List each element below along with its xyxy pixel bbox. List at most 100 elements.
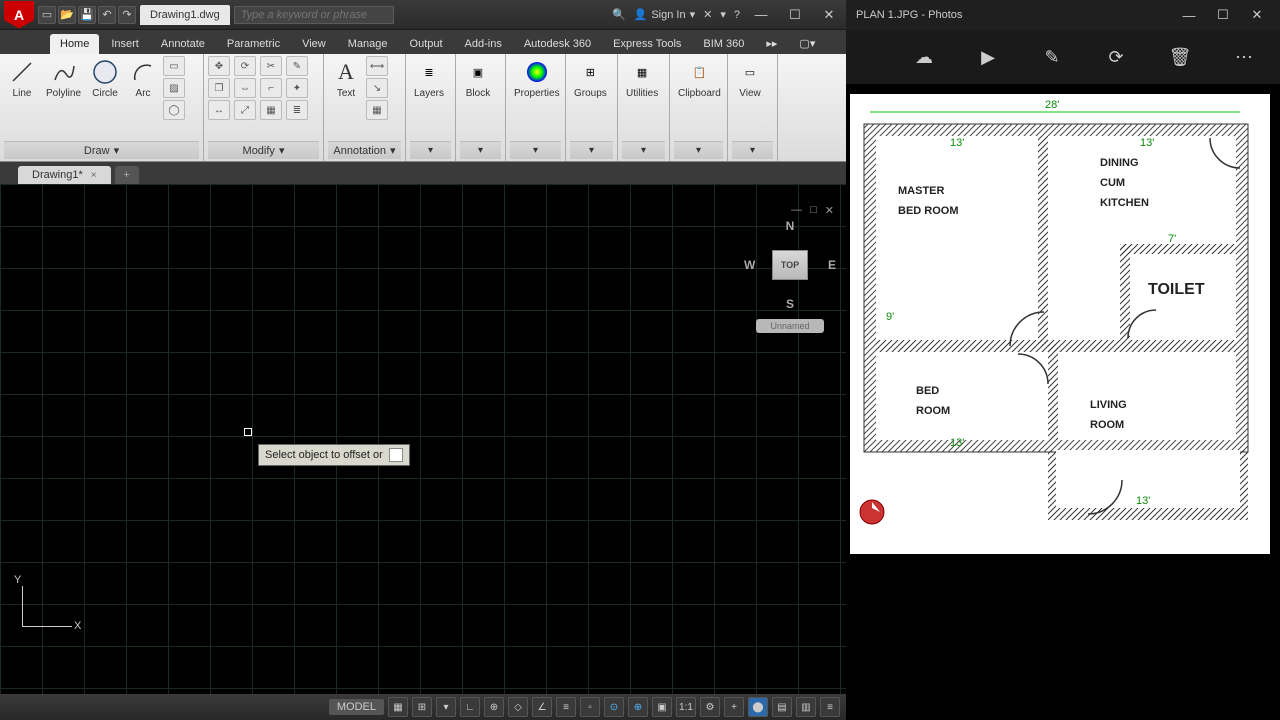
compass-e[interactable]: E bbox=[828, 258, 836, 272]
viewcube[interactable]: — □ ✕ N S E W TOP Unnamed bbox=[742, 204, 838, 333]
minimize-button[interactable]: — bbox=[748, 5, 774, 25]
tab-annotate[interactable]: Annotate bbox=[151, 34, 215, 54]
hatch-icon[interactable]: ▨ bbox=[163, 78, 185, 98]
line-button[interactable]: Line bbox=[4, 56, 40, 101]
tab-express[interactable]: Express Tools bbox=[603, 34, 691, 54]
annotation-scale-icon[interactable]: + bbox=[724, 697, 744, 717]
polyline-button[interactable]: Polyline bbox=[42, 56, 85, 101]
tab-manage[interactable]: Manage bbox=[338, 34, 398, 54]
tab-insert[interactable]: Insert bbox=[101, 34, 149, 54]
new-tab-button[interactable]: + bbox=[115, 166, 139, 184]
vc-restore-icon[interactable]: □ bbox=[810, 204, 817, 217]
open-icon[interactable]: 📂 bbox=[58, 6, 76, 24]
photos-close-button[interactable]: ✕ bbox=[1244, 5, 1270, 25]
tab-output[interactable]: Output bbox=[400, 34, 453, 54]
redo-icon[interactable]: ↷ bbox=[118, 6, 136, 24]
close-button[interactable]: ✕ bbox=[816, 5, 842, 25]
workspace-icon[interactable]: ⬤ bbox=[748, 697, 768, 717]
save-icon[interactable]: 💾 bbox=[78, 6, 96, 24]
close-tab-icon[interactable]: × bbox=[91, 170, 97, 181]
tab-view[interactable]: View bbox=[292, 34, 336, 54]
rotate-icon[interactable]: ⟳ bbox=[234, 56, 256, 76]
copy-icon[interactable]: ❐ bbox=[208, 78, 230, 98]
settings-icon[interactable]: ⚙ bbox=[700, 697, 720, 717]
compass-w[interactable]: W bbox=[744, 258, 755, 272]
rotate-icon[interactable]: ⟳ bbox=[1104, 45, 1128, 69]
ribbon-expand-icon[interactable]: ▸▸ bbox=[756, 33, 787, 54]
delete-icon[interactable]: 🗑 bbox=[1168, 45, 1192, 69]
viewcube-ucs-label[interactable]: Unnamed bbox=[756, 319, 823, 333]
erase-icon[interactable]: ✎ bbox=[286, 56, 308, 76]
more-icon[interactable]: ⋯ bbox=[1232, 45, 1256, 69]
share-icon[interactable]: ☁ bbox=[912, 45, 936, 69]
help-icon[interactable]: ? bbox=[734, 9, 740, 21]
block-button[interactable]: ▣Block bbox=[460, 56, 496, 101]
tab-addins[interactable]: Add-ins bbox=[455, 34, 512, 54]
grid-toggle-icon[interactable]: ▦ bbox=[388, 697, 408, 717]
array-icon[interactable]: ▦ bbox=[260, 100, 282, 120]
tab-autodesk360[interactable]: Autodesk 360 bbox=[514, 34, 601, 54]
osnap-toggle-icon[interactable]: ◇ bbox=[508, 697, 528, 717]
scale-icon[interactable]: ⤢ bbox=[234, 100, 256, 120]
snap-menu-icon[interactable]: ▾ bbox=[436, 697, 456, 717]
polar-toggle-icon[interactable]: ⊕ bbox=[484, 697, 504, 717]
leader-icon[interactable]: ↘ bbox=[366, 78, 388, 98]
dimension-icon[interactable]: ⟷ bbox=[366, 56, 388, 76]
tab-parametric[interactable]: Parametric bbox=[217, 34, 290, 54]
search-input[interactable] bbox=[234, 6, 394, 24]
arc-button[interactable]: Arc bbox=[125, 56, 161, 101]
compass-n[interactable]: N bbox=[786, 219, 795, 233]
view-button[interactable]: ▭View bbox=[732, 56, 768, 101]
quickprops-icon[interactable]: ▣ bbox=[652, 697, 672, 717]
cycling-icon[interactable]: ⊙ bbox=[604, 697, 624, 717]
cloud-icon[interactable]: ▾ bbox=[720, 8, 726, 21]
text-button[interactable]: AText bbox=[328, 56, 364, 101]
ortho-toggle-icon[interactable]: ∟ bbox=[460, 697, 480, 717]
scale-button[interactable]: 1:1 bbox=[676, 697, 696, 717]
compass-s[interactable]: S bbox=[786, 297, 794, 311]
photos-maximize-button[interactable]: ☐ bbox=[1210, 5, 1236, 25]
new-icon[interactable]: ▭ bbox=[38, 6, 56, 24]
offset-icon[interactable]: ≣ bbox=[286, 100, 308, 120]
transparency-toggle-icon[interactable]: ▫ bbox=[580, 697, 600, 717]
infocenter-icon[interactable]: 🔍 bbox=[612, 8, 626, 21]
layers-button[interactable]: ≣Layers bbox=[410, 56, 448, 101]
circle-button[interactable]: Circle bbox=[87, 56, 123, 101]
otrack-toggle-icon[interactable]: ∠ bbox=[532, 697, 552, 717]
isolate-icon[interactable]: ▥ bbox=[796, 697, 816, 717]
snap-toggle-icon[interactable]: ⊞ bbox=[412, 697, 432, 717]
app-logo[interactable]: A bbox=[4, 1, 34, 29]
groups-button[interactable]: ⊞Groups bbox=[570, 56, 611, 101]
rectangle-icon[interactable]: ▭ bbox=[163, 56, 185, 76]
undo-icon[interactable]: ↶ bbox=[98, 6, 116, 24]
trim-icon[interactable]: ✂ bbox=[260, 56, 282, 76]
explode-icon[interactable]: ✦ bbox=[286, 78, 308, 98]
properties-button[interactable]: Properties bbox=[510, 56, 564, 101]
fillet-icon[interactable]: ⌐ bbox=[260, 78, 282, 98]
clipboard-button[interactable]: 📋Clipboard bbox=[674, 56, 725, 101]
custom-icon[interactable]: ≡ bbox=[820, 697, 840, 717]
hardware-accel-icon[interactable]: ▤ bbox=[772, 697, 792, 717]
sign-in-button[interactable]: 👤Sign In▾ bbox=[634, 8, 695, 21]
tab-bim360[interactable]: BIM 360 bbox=[693, 34, 754, 54]
maximize-button[interactable]: ☐ bbox=[782, 5, 808, 25]
slideshow-icon[interactable]: ▶ bbox=[976, 45, 1000, 69]
table-icon[interactable]: ▦ bbox=[366, 100, 388, 120]
file-tab-drawing1[interactable]: Drawing1*× bbox=[18, 166, 111, 184]
lineweight-toggle-icon[interactable]: ≡ bbox=[556, 697, 576, 717]
exchange-icon[interactable]: ✕ bbox=[703, 8, 712, 21]
vc-minimize-icon[interactable]: — bbox=[791, 204, 802, 217]
photos-minimize-button[interactable]: — bbox=[1176, 5, 1202, 25]
tab-home[interactable]: Home bbox=[50, 34, 99, 54]
photos-viewport[interactable]: 28' MASTERBE bbox=[846, 84, 1280, 720]
drawing-canvas[interactable]: Select object to offset or — □ ✕ N S E W… bbox=[0, 184, 846, 694]
mirror-icon[interactable]: ⇔ bbox=[234, 78, 256, 98]
move-icon[interactable]: ✥ bbox=[208, 56, 230, 76]
viewcube-top[interactable]: TOP bbox=[772, 250, 808, 280]
ellipse-icon[interactable]: ◯ bbox=[163, 100, 185, 120]
vc-close-icon[interactable]: ✕ bbox=[825, 204, 834, 217]
ribbon-minimize-icon[interactable]: ▢▾ bbox=[789, 33, 825, 54]
edit-icon[interactable]: ✎ bbox=[1040, 45, 1064, 69]
dyn-input-icon[interactable]: ⊕ bbox=[628, 697, 648, 717]
utilities-button[interactable]: ▦Utilities bbox=[622, 56, 662, 101]
